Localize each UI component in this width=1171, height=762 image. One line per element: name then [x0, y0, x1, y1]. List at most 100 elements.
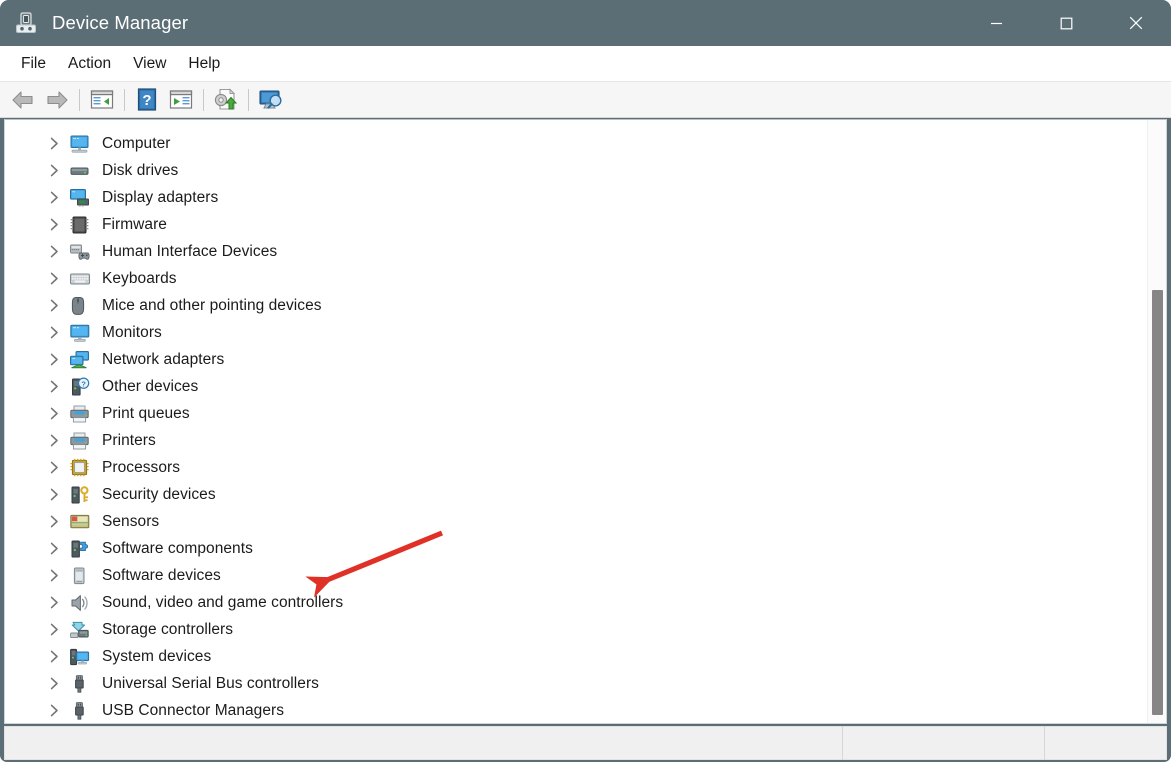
maximize-button[interactable] — [1031, 0, 1101, 46]
scrollbar-thumb[interactable] — [1152, 290, 1163, 715]
tree-row[interactable]: Firmware — [5, 211, 1148, 238]
tree-item-label: Firmware — [102, 215, 167, 233]
tree-item-label: Print queues — [102, 404, 190, 422]
forward-button[interactable] — [40, 85, 74, 115]
tree-item-label: Sensors — [102, 512, 160, 530]
chevron-right-icon[interactable] — [45, 324, 63, 342]
chevron-right-icon[interactable] — [45, 135, 63, 153]
computer-icon — [69, 134, 91, 154]
tree-item-label: Disk drives — [102, 161, 179, 179]
vertical-scrollbar[interactable] — [1147, 120, 1166, 723]
tree-row[interactable]: Universal Serial Bus controllers — [5, 670, 1148, 697]
menu-item-help[interactable]: Help — [177, 51, 231, 77]
chevron-right-icon[interactable] — [45, 648, 63, 666]
chevron-right-icon[interactable] — [45, 243, 63, 261]
system-device-icon — [69, 647, 91, 667]
tree-item-label: Network adapters — [102, 350, 225, 368]
tree-row[interactable]: Software devices — [5, 562, 1148, 589]
tree-row[interactable]: Disk drives — [5, 157, 1148, 184]
title-bar: Device Manager — [0, 0, 1171, 46]
hid-gamepad-icon — [69, 242, 91, 262]
security-key-icon — [69, 485, 91, 505]
tree-item-label: Keyboards — [102, 269, 177, 287]
tree-row[interactable]: Processors — [5, 454, 1148, 481]
network-adapter-icon — [69, 350, 91, 370]
chevron-right-icon[interactable] — [45, 459, 63, 477]
chevron-right-icon[interactable] — [45, 513, 63, 531]
chevron-right-icon[interactable] — [45, 675, 63, 693]
tree-row[interactable]: Sound, video and game controllers — [5, 589, 1148, 616]
chevron-right-icon[interactable] — [45, 702, 63, 720]
tree-row[interactable]: System devices — [5, 643, 1148, 670]
mouse-icon — [69, 296, 91, 316]
scan-hardware-button[interactable] — [254, 85, 288, 115]
tree-item-label: Universal Serial Bus controllers — [102, 674, 319, 692]
help-button[interactable]: ? — [130, 85, 164, 115]
menu-item-view[interactable]: View — [122, 51, 177, 77]
tree-item-label: Processors — [102, 458, 181, 476]
chevron-right-icon[interactable] — [45, 594, 63, 612]
tree-row[interactable]: Print queues — [5, 400, 1148, 427]
device-manager-window: Device Manager File Action View Help ? C… — [0, 0, 1171, 762]
chevron-right-icon[interactable] — [45, 162, 63, 180]
usb-icon — [69, 674, 91, 694]
properties-button[interactable] — [164, 85, 198, 115]
update-driver-button[interactable] — [209, 85, 243, 115]
back-button[interactable] — [6, 85, 40, 115]
tree-row[interactable]: Computer — [5, 130, 1148, 157]
tree-row[interactable]: Keyboards — [5, 265, 1148, 292]
minimize-button[interactable] — [961, 0, 1031, 46]
tree-item-label: Software components — [102, 539, 253, 557]
tree-row[interactable]: ? Other devices — [5, 373, 1148, 400]
tree-row[interactable]: Software components — [5, 535, 1148, 562]
tree-item-label: Software devices — [102, 566, 221, 584]
chevron-right-icon[interactable] — [45, 351, 63, 369]
tree-row[interactable]: USB Connector Managers — [5, 697, 1148, 723]
tree-row[interactable]: Security devices — [5, 481, 1148, 508]
close-button[interactable] — [1101, 0, 1171, 46]
svg-text:?: ? — [142, 92, 151, 109]
storage-controller-icon — [69, 620, 91, 640]
disk-drive-icon — [69, 161, 91, 181]
chevron-right-icon[interactable] — [45, 270, 63, 288]
chevron-right-icon[interactable] — [45, 405, 63, 423]
chevron-right-icon[interactable] — [45, 567, 63, 585]
menu-item-file[interactable]: File — [10, 51, 57, 77]
device-manager-icon — [14, 11, 38, 35]
tree-row[interactable]: Network adapters — [5, 346, 1148, 373]
status-bar — [4, 726, 1167, 760]
tree-item-label: Computer — [102, 134, 171, 152]
tree-row[interactable]: Storage controllers — [5, 616, 1148, 643]
chevron-right-icon[interactable] — [45, 216, 63, 234]
menu-bar: File Action View Help — [0, 46, 1171, 82]
toolbar: ? — [0, 82, 1171, 118]
device-tree-panel: Computer Disk drives Display adapters Firmw… — [4, 119, 1167, 724]
svg-text:?: ? — [81, 379, 86, 388]
chevron-right-icon[interactable] — [45, 621, 63, 639]
chevron-right-icon[interactable] — [45, 189, 63, 207]
software-device-icon — [69, 566, 91, 586]
device-tree[interactable]: Computer Disk drives Display adapters Firmw… — [5, 120, 1148, 723]
tree-row[interactable]: Printers — [5, 427, 1148, 454]
chevron-right-icon[interactable] — [45, 378, 63, 396]
tree-row[interactable]: Human Interface Devices — [5, 238, 1148, 265]
tree-row[interactable]: Monitors — [5, 319, 1148, 346]
tree-row[interactable]: Sensors — [5, 508, 1148, 535]
tree-item-label: Monitors — [102, 323, 162, 341]
menu-item-action[interactable]: Action — [57, 51, 122, 77]
status-bar-main — [5, 726, 843, 760]
chevron-right-icon[interactable] — [45, 486, 63, 504]
tree-row[interactable]: Display adapters — [5, 184, 1148, 211]
tree-item-label: Security devices — [102, 485, 216, 503]
tree-item-label: Human Interface Devices — [102, 242, 278, 260]
tree-item-label: Display adapters — [102, 188, 219, 206]
tree-item-label: Mice and other pointing devices — [102, 296, 322, 314]
keyboard-icon — [69, 269, 91, 289]
sensor-icon — [69, 512, 91, 532]
tree-row[interactable]: Mice and other pointing devices — [5, 292, 1148, 319]
show-hide-console-tree-button[interactable] — [85, 85, 119, 115]
chevron-right-icon[interactable] — [45, 432, 63, 450]
chevron-right-icon[interactable] — [45, 297, 63, 315]
chevron-right-icon[interactable] — [45, 540, 63, 558]
printer-icon — [69, 431, 91, 451]
